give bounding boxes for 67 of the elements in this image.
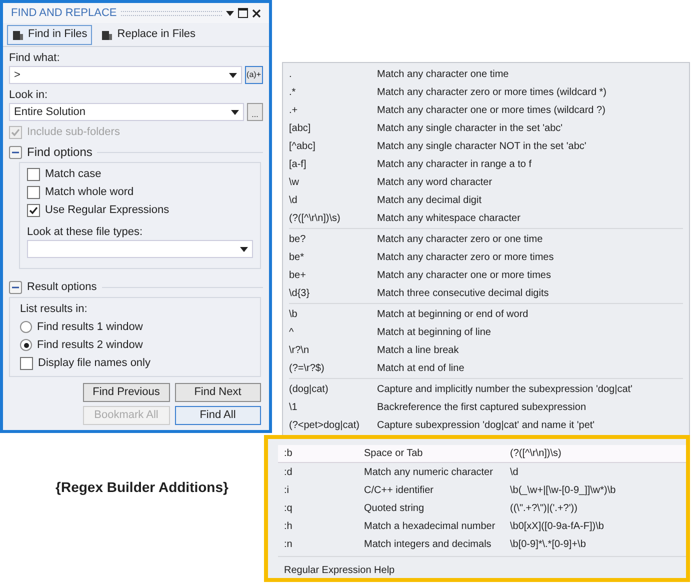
menu-item[interactable]: \1 Backreference the first captured subexpression (289, 398, 683, 416)
menu-item[interactable]: (dog|cat) Capture and implicitly number the subexpression 'dog|cat' (289, 380, 683, 398)
menu-item[interactable]: [abc] Match any single character in the set 'abc' (289, 119, 683, 137)
find-what-combo[interactable]: > (9, 66, 242, 84)
menu-item[interactable]: be? Match any character zero or one time (289, 230, 683, 248)
dialog-button[interactable]: Find Next (174, 383, 261, 402)
browse-button[interactable]: ... (247, 103, 263, 121)
radio-label: Find results 1 window (37, 320, 143, 335)
option-label: Use Regular Expressions (45, 202, 170, 218)
menu-item[interactable]: (?<pet>dog|cat) Capture subexpression 'dog|cat' and name it 'pet' (289, 416, 683, 434)
dialog-button[interactable]: Find Previous (83, 383, 170, 402)
checkbox[interactable] (20, 356, 33, 370)
menu-item[interactable]: be* Match any character zero or more times (289, 248, 683, 266)
radio-button[interactable] (20, 339, 32, 351)
menu-item[interactable]: . Match any character one time (289, 65, 683, 83)
menu-item[interactable]: .+ Match any character one or more times (wildcard ?) (289, 101, 683, 119)
help-menu-item[interactable]: Regular Expression Help (278, 563, 401, 578)
section-heading: {Regex Builder Additions} (56, 478, 228, 497)
menu-item[interactable]: [a-f] Match any character in range a to f (289, 155, 683, 173)
option-label: Display file names only (38, 356, 150, 371)
group-title: Find options (27, 144, 92, 161)
menu-item[interactable]: ^ Match at beginning of line (289, 323, 683, 341)
menu-item[interactable]: \r?\n Match a line break (289, 341, 683, 359)
menu-item[interactable]: .* Match any character zero or more times (wildcard *) (289, 83, 683, 101)
option-label: Match whole word (45, 184, 134, 200)
menu-item[interactable]: [^abc] Match any single character NOT in the set 'abc' (289, 137, 683, 155)
menu-item[interactable]: \d Match any decimal digit (289, 191, 683, 209)
radio-button[interactable] (20, 321, 32, 333)
collapse-icon[interactable] (9, 146, 22, 158)
radio-label: Find results 2 window (37, 338, 143, 353)
replace-files-icon (101, 28, 114, 40)
group-title: Result options (27, 280, 97, 295)
menu-item[interactable]: \b Match at beginning or end of word (289, 305, 683, 323)
menu-item[interactable]: :d Match any numeric character \d (278, 463, 686, 481)
menu-item[interactable]: :h Match a hexadecimal number \b0[xX]([0-9a-fA-F])\b (278, 517, 686, 535)
dropdown-caret-icon[interactable] (228, 72, 237, 78)
look-in-label: Look in: (9, 88, 49, 103)
find-files-icon (12, 28, 24, 40)
checkbox[interactable] (27, 204, 40, 216)
option-label: Match case (45, 166, 102, 182)
checkbox[interactable] (27, 168, 40, 180)
dropdown-caret-icon[interactable] (231, 110, 239, 114)
toolbar-tab[interactable]: Find in Files (7, 24, 92, 44)
close-icon[interactable] (252, 8, 261, 18)
menu-item[interactable]: :b Space or Tab (?([^\r\n])\s) (278, 445, 686, 463)
dropdown-caret-icon[interactable] (226, 10, 234, 16)
menu-item[interactable]: :q Quoted string ((\".+?\")|('.+?')) (278, 499, 686, 517)
menu-item[interactable]: (?=\r?$) Match at end of line (289, 359, 683, 377)
checkbox[interactable] (27, 186, 40, 198)
file-types-label: Look at these file types: (27, 225, 144, 240)
window-title: FIND AND REPLACE (11, 6, 117, 21)
menu-item[interactable]: \w Match any word character (289, 173, 683, 191)
dialog-button[interactable]: Find All (174, 406, 261, 425)
dropdown-caret-icon[interactable] (240, 246, 248, 252)
menu-item[interactable]: \d{3} Match three consecutive decimal digits (289, 284, 683, 302)
menu-item[interactable]: be+ Match any character one or more times (289, 266, 683, 284)
menu-item[interactable]: :i C/C++ identifier \b(_\w+|[\w-[0-9_]]\w*)\b (278, 481, 686, 499)
find-what-label: Find what: (9, 51, 61, 66)
look-in-combo[interactable]: Entire Solution (9, 103, 244, 121)
menu-item[interactable]: (?([^\r\n])\s) Match any whitespace character (289, 209, 683, 227)
maximize-icon[interactable] (238, 8, 248, 18)
list-results-label: List results in: (20, 302, 88, 317)
menu-item[interactable]: :n Match integers and decimals \b[0-9]*\.*[0-9]+\b (278, 535, 686, 553)
regex-builder-button[interactable]: (a)+ (244, 66, 263, 84)
include-subfolders-label: Include sub-folders (27, 124, 120, 140)
toolbar-tab[interactable]: Replace in Files (96, 24, 201, 44)
collapse-icon[interactable] (9, 280, 22, 294)
